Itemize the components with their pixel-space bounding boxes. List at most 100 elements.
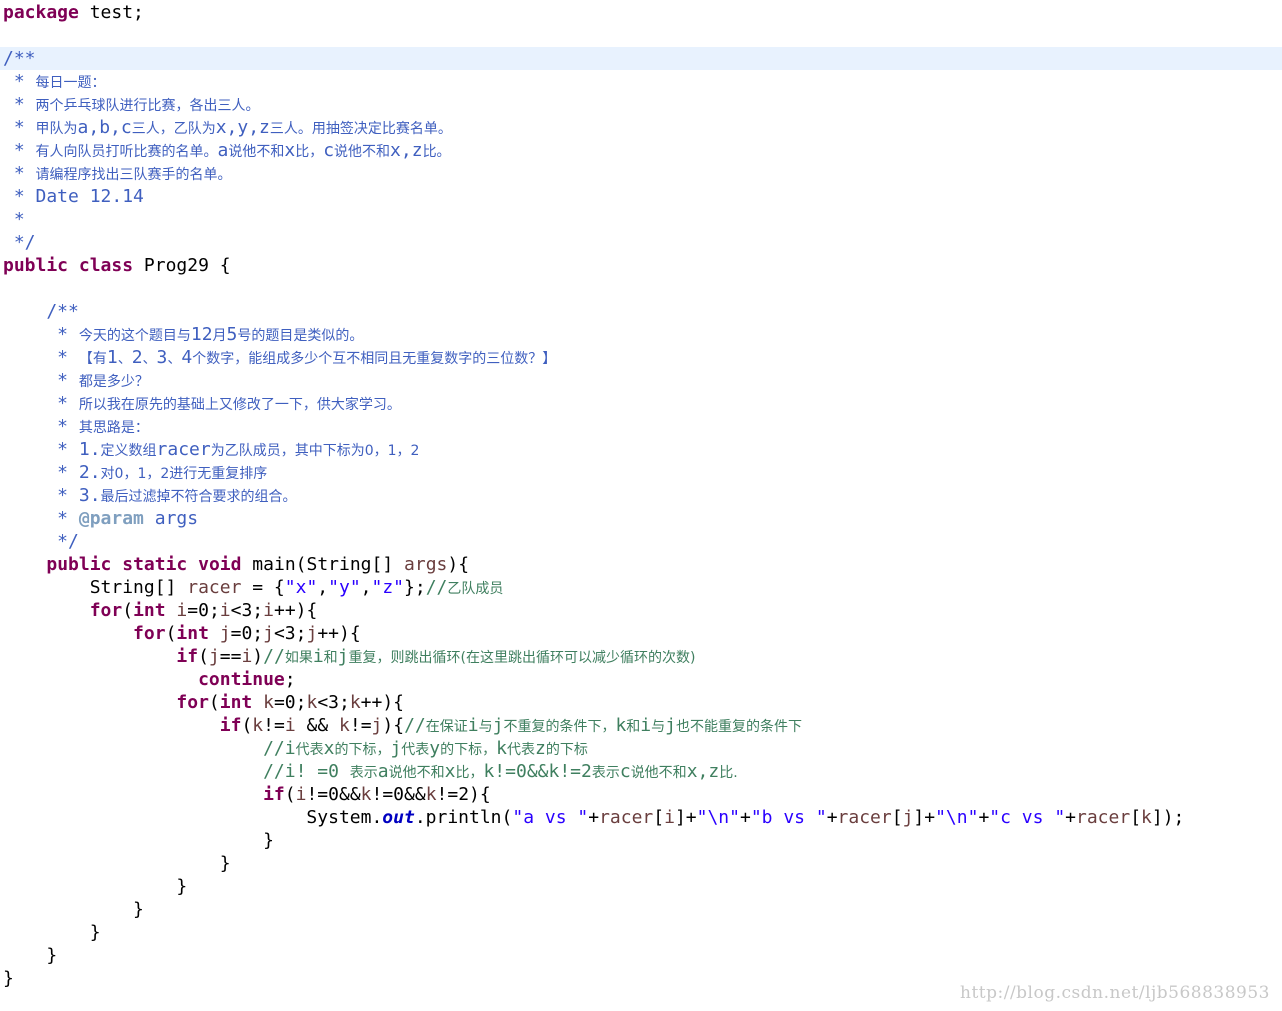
code-token: args: [143, 508, 199, 529]
code-line: String[] racer = {"x","y","z"};//乙队成员: [0, 576, 1282, 599]
code-token: k: [496, 738, 507, 759]
code-token: (: [198, 646, 209, 667]
code-token: int: [133, 600, 166, 621]
code-token: k!=0&&k!=2: [483, 761, 592, 782]
code-token: *: [3, 347, 79, 368]
code-token: *: [3, 370, 79, 391]
code-token: [: [1130, 807, 1142, 828]
code-token: i: [219, 600, 231, 621]
code-token: *: [3, 140, 36, 161]
code-token: 说他不和: [334, 144, 391, 160]
code-token: 重复，则跳出循环(在这里跳出循环可以减少循环的次数): [348, 650, 696, 666]
code-token: };: [404, 577, 426, 598]
code-token: public: [3, 255, 69, 276]
code-token: 请编程序找出三队赛手的名单。: [35, 167, 232, 183]
code-token: c: [323, 140, 335, 161]
code-token: 的下标，: [440, 742, 497, 758]
code-line: }: [0, 944, 1282, 967]
code-token: j: [306, 623, 318, 644]
code-line: if(j==i)//如果i和j重复，则跳出循环(在这里跳出循环可以减少循环的次数…: [0, 645, 1282, 668]
code-token: =0;: [187, 600, 220, 621]
code-token: j: [337, 646, 349, 667]
code-token: k: [1141, 807, 1152, 828]
code-token: j: [263, 623, 274, 644]
code-line: //i! =0 表示a说他不和x比，k!=0&&k!=2表示c说他不和x,z比.: [0, 760, 1282, 783]
code-token: }: [3, 830, 274, 851]
code-token: if: [263, 784, 285, 805]
code-token: continue: [198, 669, 285, 690]
code-line: /**: [0, 300, 1282, 323]
code-token: k: [339, 715, 350, 736]
code-token: 表示: [591, 765, 620, 781]
code-token: * 2.: [3, 462, 101, 483]
code-token: 1: [106, 347, 118, 368]
code-token: 的下标: [545, 742, 588, 758]
code-token: "a vs ": [512, 807, 589, 828]
code-token: 比，: [455, 765, 484, 781]
code-token: 两个乒乓球队进行比赛，各出三人。: [35, 98, 260, 114]
code-line: * 每日一题：: [0, 70, 1282, 93]
code-token: 其思路是：: [78, 420, 149, 436]
code-token: 不重复的条件下，: [503, 719, 616, 735]
code-token: +: [739, 807, 751, 828]
code-token: *: [3, 324, 79, 345]
code-token: 三人。用抽签决定比赛名单。: [269, 121, 452, 137]
code-token: }: [3, 899, 144, 920]
code-token: +: [978, 807, 990, 828]
code-token: ;: [284, 669, 296, 690]
code-token: i: [241, 646, 253, 667]
code-token: *: [3, 117, 36, 138]
code-token: *: [3, 393, 79, 414]
code-token: }: [3, 968, 14, 989]
code-line: * 2.对0，1，2进行无重复排序: [0, 461, 1282, 484]
code-line: public class Prog29 {: [0, 254, 1282, 277]
code-token: int: [219, 692, 253, 713]
code-line: }: [0, 852, 1282, 875]
code-token: for: [133, 623, 166, 644]
code-token: if: [219, 715, 242, 736]
code-token: 也不能重复的条件下: [675, 719, 802, 735]
code-token: 2: [131, 347, 143, 368]
code-token: (: [165, 623, 177, 644]
code-token: */: [3, 232, 36, 253]
code-token: *: [3, 94, 36, 115]
code-token: void: [198, 554, 242, 575]
code-editor[interactable]: package test; /** * 每日一题： * 两个乒乓球队进行比赛，各出…: [0, 0, 1282, 1011]
code-token: ){: [447, 554, 470, 575]
code-token: i: [640, 715, 652, 736]
code-token: * 1.: [3, 439, 101, 460]
code-token: 所以我在原先的基础上又修改了一下，供大家学习。: [78, 397, 401, 413]
code-token: ++){: [273, 600, 318, 621]
code-token: ++){: [360, 692, 405, 713]
code-token: y: [429, 738, 441, 759]
code-line: */: [0, 231, 1282, 254]
code-token: (: [241, 715, 253, 736]
code-token: *: [3, 209, 25, 230]
code-token: //i! =0: [3, 761, 350, 782]
code-token: 定义数组: [100, 443, 157, 459]
code-token: a: [217, 140, 229, 161]
code-token: "\n": [696, 807, 740, 828]
code-token: k: [425, 784, 437, 805]
code-token: j: [492, 715, 504, 736]
code-token: !=: [349, 715, 372, 736]
code-line: */: [0, 530, 1282, 553]
code-token: 最后过滤掉不符合要求的组合。: [100, 489, 297, 505]
code-token: 5: [226, 324, 238, 345]
code-token: ++){: [317, 623, 361, 644]
code-token: [: [891, 807, 903, 828]
code-token: k: [306, 692, 318, 713]
code-token: package: [3, 2, 79, 23]
code-token: 为乙队成员，其中下标为0，1，2: [210, 443, 420, 459]
code-token: @param: [78, 508, 144, 529]
code-token: static: [122, 554, 188, 575]
code-token: 对0，1，2进行无重复排序: [100, 466, 268, 482]
code-line: if(k!=i && k!=j){//在保证i与j不重复的条件下，k和i与j也不…: [0, 714, 1282, 737]
code-line: * 请编程序找出三队赛手的名单。: [0, 162, 1282, 185]
code-token: !=: [263, 715, 285, 736]
